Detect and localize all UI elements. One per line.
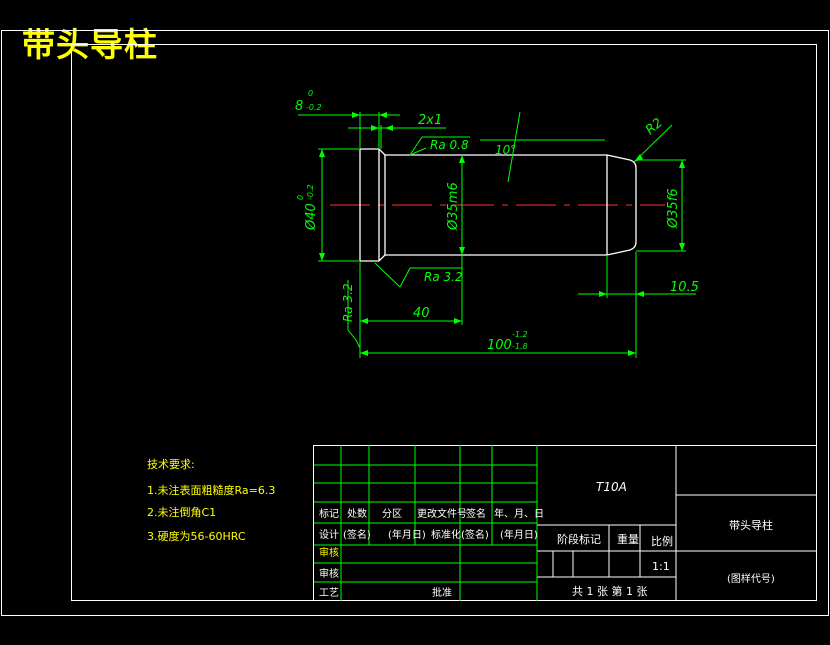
ra-top: Ra 0.8 <box>430 138 469 152</box>
note-1: 1.未注表面粗糙度Ra=6.3 <box>147 483 275 497</box>
dim-head-dia: Ø40 <box>304 203 319 231</box>
tb-scale-val: 1:1 <box>652 560 670 573</box>
tb-part-name: 带头导柱 <box>729 518 773 532</box>
tb-weight: 重量 <box>617 532 639 546</box>
tb-sheets: 共 1 张 第 1 张 <box>572 584 647 598</box>
tb-sign2: (签名) <box>461 528 489 541</box>
dim-len-10: 10.5 <box>670 280 699 295</box>
tb-stage-mark: 阶段标记 <box>557 532 601 546</box>
tb-date2: (年月日) <box>500 528 538 541</box>
note-2: 2.未注倒角C1 <box>147 505 216 519</box>
tb-audit: 审核 <box>319 567 339 580</box>
dim-head-dia-low: -0.2 <box>306 184 315 200</box>
dim-end-dia: Ø35f6 <box>666 188 681 229</box>
dim-len-100-low: -1.8 <box>512 342 528 351</box>
tb-date1: (年月日) <box>388 528 426 541</box>
tb-label-count: 处数 <box>347 507 367 520</box>
dim-body-dia: Ø35m6 <box>446 182 461 231</box>
ra-under: Ra 3.2 <box>424 270 463 284</box>
tb-design: 设计 <box>319 528 339 541</box>
tb-scale: 比例 <box>651 534 673 548</box>
tb-check: 审核 <box>319 546 339 559</box>
tb-process: 工艺 <box>319 587 339 599</box>
note-3: 3.硬度为56-60HRC <box>147 529 246 543</box>
tb-label-sign: 签名 <box>466 507 486 520</box>
tb-label-date: 年、月、日 <box>494 507 544 520</box>
dim-len-40: 40 <box>413 306 430 321</box>
dim-head-dia-up: 0 <box>296 195 305 200</box>
title-block-grid <box>314 445 538 601</box>
tb-label-change: 更改文件号 <box>417 507 467 520</box>
tb-sign1: (签名) <box>343 528 371 541</box>
tb-drawing-code: (图样代号) <box>727 572 775 585</box>
dim-angle: 10° <box>495 143 516 157</box>
notes-heading: 技术要求: <box>147 458 195 471</box>
dim-chamfer: 2x1 <box>418 113 442 128</box>
dim-head-thk-up: 0 <box>308 89 313 98</box>
tb-label-mark: 标记 <box>319 508 339 520</box>
dim-len-100-up: -1.2 <box>512 330 528 339</box>
dim-head-dia-group: Ø40 0 -0.2 <box>296 184 319 231</box>
ra-left: Ra 3.2 <box>341 283 355 322</box>
tb-std: 标准化 <box>431 528 461 541</box>
tb-label-zone: 分区 <box>382 508 402 520</box>
dim-len-100: 100 <box>487 338 512 353</box>
drawing-canvas: 8 0 -0.2 2x1 Ra 0.8 10° R2 Ø40 0 -0.2 Ø3… <box>1 30 829 616</box>
tb-approve: 批准 <box>432 586 452 599</box>
tb-material: T10A <box>596 480 627 494</box>
dim-head-thk-low: -0.2 <box>306 103 322 112</box>
dim-head-thk: 8 <box>295 99 303 114</box>
